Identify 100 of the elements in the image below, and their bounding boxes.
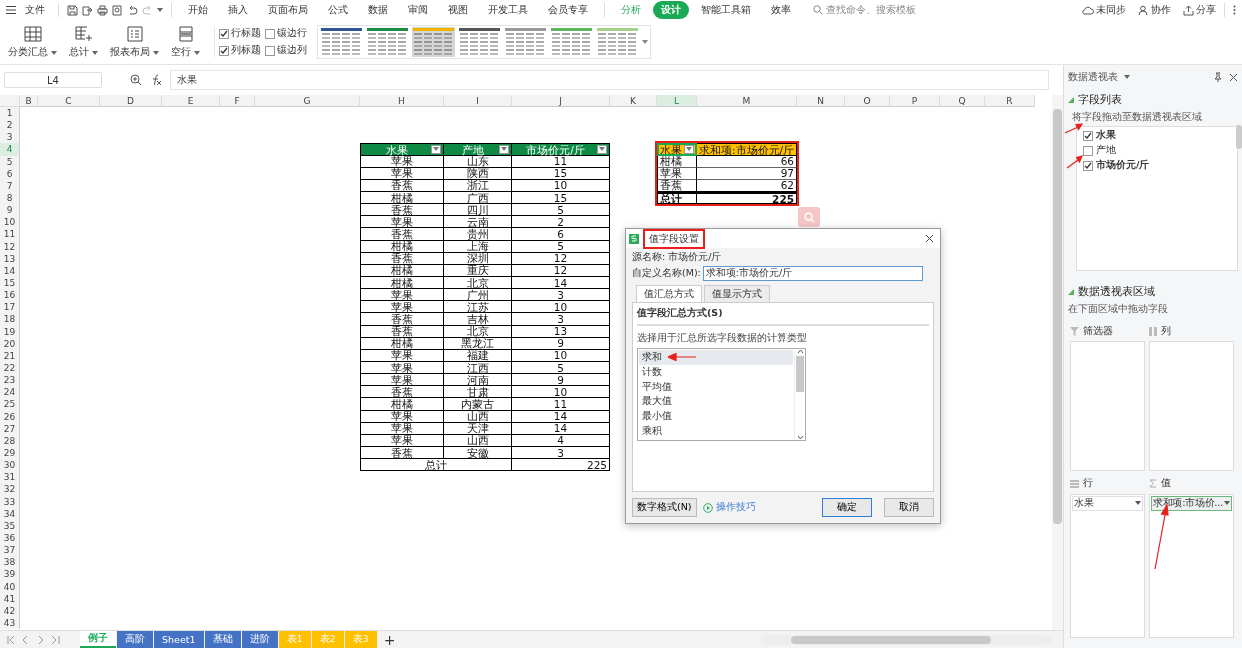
- ribbon-tab[interactable]: 插入: [220, 1, 256, 19]
- zone-field[interactable]: 水果: [1072, 495, 1144, 511]
- option-checkbox[interactable]: 镶边列: [265, 44, 308, 57]
- option-checkbox[interactable]: 列标题: [219, 44, 262, 57]
- row-header[interactable]: 18: [0, 313, 20, 326]
- row-header[interactable]: 11: [0, 228, 20, 241]
- checkbox[interactable]: [219, 45, 230, 56]
- table-style-thumbnail[interactable]: [550, 27, 594, 57]
- field-checkbox[interactable]: 市场价元/斤: [1083, 159, 1231, 172]
- formula-field[interactable]: 水果: [170, 70, 1049, 90]
- scroll-down-icon[interactable]: [796, 435, 804, 440]
- column-header[interactable]: R: [985, 95, 1035, 107]
- column-header[interactable]: E: [162, 95, 220, 107]
- file-menu[interactable]: 文件: [20, 3, 50, 17]
- toolbar-action[interactable]: 协作: [1138, 3, 1171, 17]
- ribbon-tab[interactable]: 智能工具箱: [693, 1, 759, 19]
- sheet-tab[interactable]: 基础: [204, 631, 241, 648]
- ribbon-button[interactable]: 报表布局: [106, 25, 164, 59]
- option-checkbox[interactable]: 行标题: [219, 27, 262, 40]
- row-header[interactable]: 2: [0, 119, 20, 132]
- number-format-button[interactable]: 数字格式(N): [632, 498, 697, 517]
- drop-zone[interactable]: 水果: [1070, 493, 1146, 638]
- row-header[interactable]: 25: [0, 398, 20, 411]
- table-style-thumbnail[interactable]: [504, 27, 548, 57]
- column-header[interactable]: H: [360, 95, 444, 107]
- column-header[interactable]: D: [100, 95, 162, 107]
- row-header[interactable]: 24: [0, 386, 20, 399]
- row-header[interactable]: 32: [0, 483, 20, 496]
- more-icon[interactable]: [1233, 5, 1236, 15]
- row-header[interactable]: 3: [0, 131, 20, 144]
- column-header[interactable]: B: [20, 95, 38, 107]
- filter-button[interactable]: [597, 145, 607, 154]
- scrollbar[interactable]: [794, 349, 805, 440]
- ok-button[interactable]: 确定: [822, 498, 872, 517]
- table-style-thumbnail[interactable]: [596, 27, 640, 57]
- toolbar-action[interactable]: 未同步: [1082, 3, 1126, 17]
- column-header[interactable]: I: [444, 95, 512, 107]
- export-icon[interactable]: [82, 4, 93, 16]
- row-header[interactable]: 16: [0, 289, 20, 302]
- print-icon[interactable]: [97, 4, 108, 16]
- field-checkbox[interactable]: 产地: [1083, 144, 1231, 157]
- row-header[interactable]: 9: [0, 204, 20, 217]
- scrollbar[interactable]: [1052, 95, 1063, 630]
- ribbon-tab[interactable]: 效率: [763, 1, 799, 19]
- column-header[interactable]: Q: [940, 95, 985, 107]
- table-style-thumbnail[interactable]: [458, 27, 502, 57]
- ribbon-button[interactable]: 空行: [167, 25, 205, 59]
- row-header[interactable]: 4: [0, 143, 20, 156]
- drop-zone[interactable]: 求和项:市场价...: [1149, 493, 1234, 638]
- field-checkbox[interactable]: 水果: [1083, 129, 1231, 142]
- zone-field[interactable]: 求和项:市场价...: [1151, 495, 1232, 511]
- ribbon-tab[interactable]: 开发工具: [480, 1, 536, 19]
- ribbon-tab[interactable]: 视图: [440, 1, 476, 19]
- row-header[interactable]: 40: [0, 580, 20, 593]
- checkbox[interactable]: [1083, 145, 1093, 156]
- ribbon-tab[interactable]: 公式: [320, 1, 356, 19]
- save-icon[interactable]: [67, 4, 78, 16]
- undo-icon[interactable]: [127, 4, 138, 16]
- ribbon-tab[interactable]: 审阅: [400, 1, 436, 19]
- list-item[interactable]: 求和: [639, 350, 793, 365]
- column-header[interactable]: L: [657, 95, 697, 107]
- column-header[interactable]: J: [512, 95, 610, 107]
- dialog-tab[interactable]: 值汇总方式: [636, 285, 702, 303]
- collapse-triangle-icon[interactable]: [1068, 97, 1074, 103]
- toolbar-action[interactable]: 分享: [1183, 3, 1216, 17]
- row-header[interactable]: 39: [0, 568, 20, 581]
- column-header[interactable]: C: [38, 95, 100, 107]
- ribbon-button[interactable]: 总计: [65, 25, 103, 59]
- search-field[interactable]: 查找命令、搜索模板: [813, 3, 916, 17]
- close-icon[interactable]: [1229, 72, 1238, 82]
- list-item[interactable]: 平均值: [639, 379, 793, 395]
- zoom-icon[interactable]: [130, 74, 142, 86]
- add-sheet-button[interactable]: +: [383, 631, 396, 648]
- row-header[interactable]: 10: [0, 216, 20, 229]
- ribbon-tab[interactable]: 会员专享: [540, 1, 596, 19]
- ribbon-tab[interactable]: 页面布局: [260, 1, 316, 19]
- column-header[interactable]: P: [890, 95, 940, 107]
- checkbox[interactable]: [219, 28, 230, 39]
- sheet-tab[interactable]: 进阶: [241, 631, 278, 648]
- row-header[interactable]: 17: [0, 301, 20, 314]
- row-header[interactable]: 23: [0, 374, 20, 387]
- dialog-tab[interactable]: 值显示方式: [704, 285, 770, 303]
- checkbox[interactable]: [1083, 130, 1093, 141]
- checkbox[interactable]: [1083, 160, 1093, 171]
- table-style-thumbnail[interactable]: [412, 27, 456, 57]
- table-style-thumbnail[interactable]: [366, 27, 410, 57]
- checkbox[interactable]: [265, 45, 276, 56]
- list-item[interactable]: 最大值: [639, 394, 793, 410]
- column-header[interactable]: G: [255, 95, 360, 107]
- tips-link[interactable]: 操作技巧: [702, 501, 756, 514]
- filter-button[interactable]: [499, 145, 509, 154]
- row-header[interactable]: 38: [0, 556, 20, 569]
- menu-icon[interactable]: [6, 6, 16, 14]
- collapse-triangle-icon[interactable]: [1068, 289, 1074, 295]
- sheet-tab[interactable]: 高阶: [117, 631, 153, 648]
- list-item[interactable]: 乘积: [639, 424, 793, 439]
- column-header[interactable]: O: [845, 95, 890, 107]
- filter-button[interactable]: [431, 145, 441, 154]
- ribbon-tab[interactable]: 数据: [360, 1, 396, 19]
- column-header[interactable]: F: [220, 95, 255, 107]
